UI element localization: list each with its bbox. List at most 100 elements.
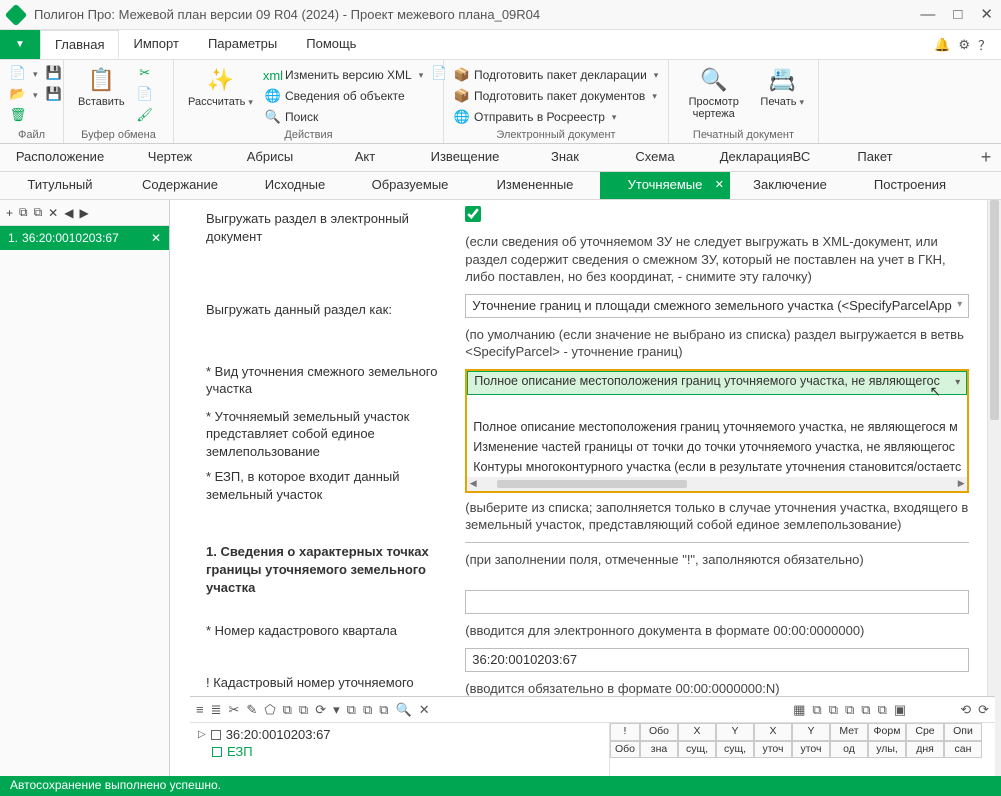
grid-btn[interactable]: ⧉ — [812, 702, 821, 718]
menu-tab-help[interactable]: Помощь — [292, 30, 371, 59]
grid-btn[interactable]: ⟲ — [960, 702, 971, 718]
grid-btn[interactable]: ≣ — [211, 702, 222, 718]
grid-btn[interactable]: ⧉ — [347, 702, 356, 718]
grid-col: улы, — [868, 741, 906, 759]
kvartal-input[interactable] — [465, 590, 969, 614]
section-tab-title[interactable]: Титульный — [0, 172, 120, 199]
section-tab-package[interactable]: Пакет — [830, 144, 920, 171]
gear-icon[interactable]: ⚙ — [958, 37, 970, 53]
label-export: Выгружать раздел в электронный документ — [206, 210, 453, 245]
search-button[interactable]: 🔍Поиск — [263, 108, 425, 126]
export-checkbox[interactable] — [465, 206, 481, 222]
grid-btn[interactable]: ⬠ — [264, 702, 275, 718]
grid-btn[interactable]: ⧉ — [363, 702, 372, 718]
grid-btn[interactable]: ⧉ — [861, 702, 870, 718]
side-copy-icon[interactable]: ⧉ — [19, 205, 28, 220]
grid-btn[interactable]: ▣ — [894, 702, 906, 718]
section-tab-declvs[interactable]: ДекларацияВС — [700, 144, 830, 171]
prepare-decl-button[interactable]: 📦Подготовить пакет декларации — [452, 66, 660, 84]
grid-btn[interactable]: ✕ — [419, 702, 430, 718]
grid-btn[interactable]: ≡ — [196, 702, 204, 717]
grid-col: Y — [792, 723, 830, 741]
dropdown-option[interactable]: Изменение частей границы от точки до точ… — [467, 437, 967, 457]
menu-tab-params[interactable]: Параметры — [194, 30, 292, 59]
object-info-button[interactable]: 🌐Сведения об объекте — [263, 87, 425, 105]
section-tab-changed[interactable]: Измененные — [470, 172, 600, 199]
grid-btn[interactable]: ✎ — [246, 702, 257, 718]
section-tab-refined[interactable]: Уточняемые✕ — [600, 172, 730, 199]
grid-col: Y — [716, 723, 754, 741]
exportas-select[interactable]: Уточнение границ и площади смежного земе… — [465, 294, 969, 318]
menu-tab-import[interactable]: Импорт — [119, 30, 193, 59]
close-button[interactable]: ✕ — [980, 7, 993, 22]
side-left-icon[interactable]: ◀ — [64, 206, 73, 220]
section-tab-formed[interactable]: Образуемые — [350, 172, 470, 199]
minimize-button[interactable]: — — [920, 7, 935, 22]
help-icon[interactable]: ？ — [978, 35, 991, 54]
vid-dropdown-open[interactable]: Полное описание местоположения границ ут… — [465, 369, 969, 493]
side-right-icon[interactable]: ▶ — [79, 206, 88, 220]
menu-tab-main[interactable]: Главная — [40, 30, 119, 59]
hint-kvartal: (вводится для электронного документа в ф… — [465, 622, 969, 640]
grid-btn[interactable]: ✂ — [229, 702, 240, 718]
grid-btn[interactable]: ⟳ — [315, 702, 326, 718]
copy-button[interactable]: 📄 — [135, 85, 155, 103]
cursor-icon: ↖ — [930, 383, 942, 400]
grid-btn[interactable]: ⧉ — [283, 702, 292, 718]
grid-btn[interactable]: ⟳ — [978, 702, 989, 718]
grid-btn[interactable]: ⧉ — [829, 702, 838, 718]
side-dup-icon[interactable]: ⧉ — [34, 205, 43, 220]
cad-input[interactable]: 36:20:0010203:67 — [465, 648, 969, 672]
section-tab-scheme[interactable]: Схема — [610, 144, 700, 171]
section-tab-abris[interactable]: Абрисы — [220, 144, 320, 171]
grid-btn[interactable]: ⧉ — [379, 702, 388, 718]
grid-btn[interactable]: ⧉ — [299, 702, 308, 718]
grid-btn[interactable]: ⧉ — [878, 702, 887, 718]
close-tab-icon[interactable]: ✕ — [715, 178, 724, 191]
print-button[interactable]: 📇 Печать — [754, 64, 810, 110]
section-tab-source[interactable]: Исходные — [240, 172, 350, 199]
tree-node[interactable]: ▷36:20:0010203:67 — [198, 727, 601, 742]
add-section-button[interactable]: + — [971, 144, 1001, 171]
open-file-button[interactable]: 📂 — [8, 85, 40, 103]
sidebar-item-close-icon[interactable]: ✕ — [151, 231, 161, 245]
cut-button[interactable]: ✂ — [135, 64, 155, 82]
side-del-icon[interactable]: ✕ — [48, 206, 58, 220]
grid-col: уточ — [754, 741, 792, 759]
prepare-docs-button[interactable]: 📦Подготовить пакет документов — [452, 87, 660, 105]
delete-button[interactable]: 🗑 — [8, 106, 40, 124]
section-heading-1: 1. Сведения о характерных точках границы… — [206, 543, 453, 596]
clone-button[interactable]: 🖌 — [135, 106, 155, 124]
grid-btn[interactable]: 🔍 — [396, 702, 412, 718]
calc-button[interactable]: ✨ Рассчитать — [182, 64, 259, 110]
section-tab-drawing[interactable]: Чертеж — [120, 144, 220, 171]
sidebar-item[interactable]: 1. 36:20:0010203:67 ✕ — [0, 226, 169, 250]
save-all-button[interactable]: 💾 — [44, 85, 64, 103]
section-tab-conclusion[interactable]: Заключение — [730, 172, 850, 199]
change-xml-button[interactable]: xmlИзменить версию XML — [263, 66, 425, 84]
grid-col: дня — [906, 741, 944, 759]
preview-button[interactable]: 🔍 Просмотр чертежа — [677, 64, 750, 122]
section-tab-contents[interactable]: Содержание — [120, 172, 240, 199]
send-rosreestr-button[interactable]: 🌐Отправить в Росреестр — [452, 108, 660, 126]
grid-btn[interactable]: ⧉ — [845, 702, 854, 718]
section-tab-act[interactable]: Акт — [320, 144, 410, 171]
grid-btn[interactable]: ▾ — [333, 702, 340, 718]
grid-btn[interactable]: ▦ — [793, 702, 805, 718]
app-menu-button[interactable]: ▼ — [0, 30, 40, 59]
dropdown-hscrollbar[interactable]: ◀▶ — [467, 477, 967, 491]
save-button[interactable]: 💾 — [44, 64, 64, 82]
new-file-button[interactable]: 📄 — [8, 64, 40, 82]
section-tab-location[interactable]: Расположение — [0, 144, 120, 171]
section-tab-constructions[interactable]: Построения — [850, 172, 970, 199]
bell-icon[interactable]: 🔔 — [934, 37, 950, 53]
dropdown-option[interactable]: Полное описание местоположения границ ут… — [467, 417, 967, 437]
tree-node[interactable]: ЕЗП — [198, 744, 601, 759]
form-vscrollbar[interactable] — [987, 200, 1001, 776]
section-tab-notice[interactable]: Извещение — [410, 144, 520, 171]
paste-button[interactable]: 📋 Вставить — [72, 64, 131, 110]
side-add-icon[interactable]: + — [6, 206, 13, 220]
section-tab-sign[interactable]: Знак — [520, 144, 610, 171]
maximize-button[interactable]: □ — [953, 7, 962, 22]
dropdown-option[interactable]: Контуры многоконтурного участка (если в … — [467, 457, 967, 477]
